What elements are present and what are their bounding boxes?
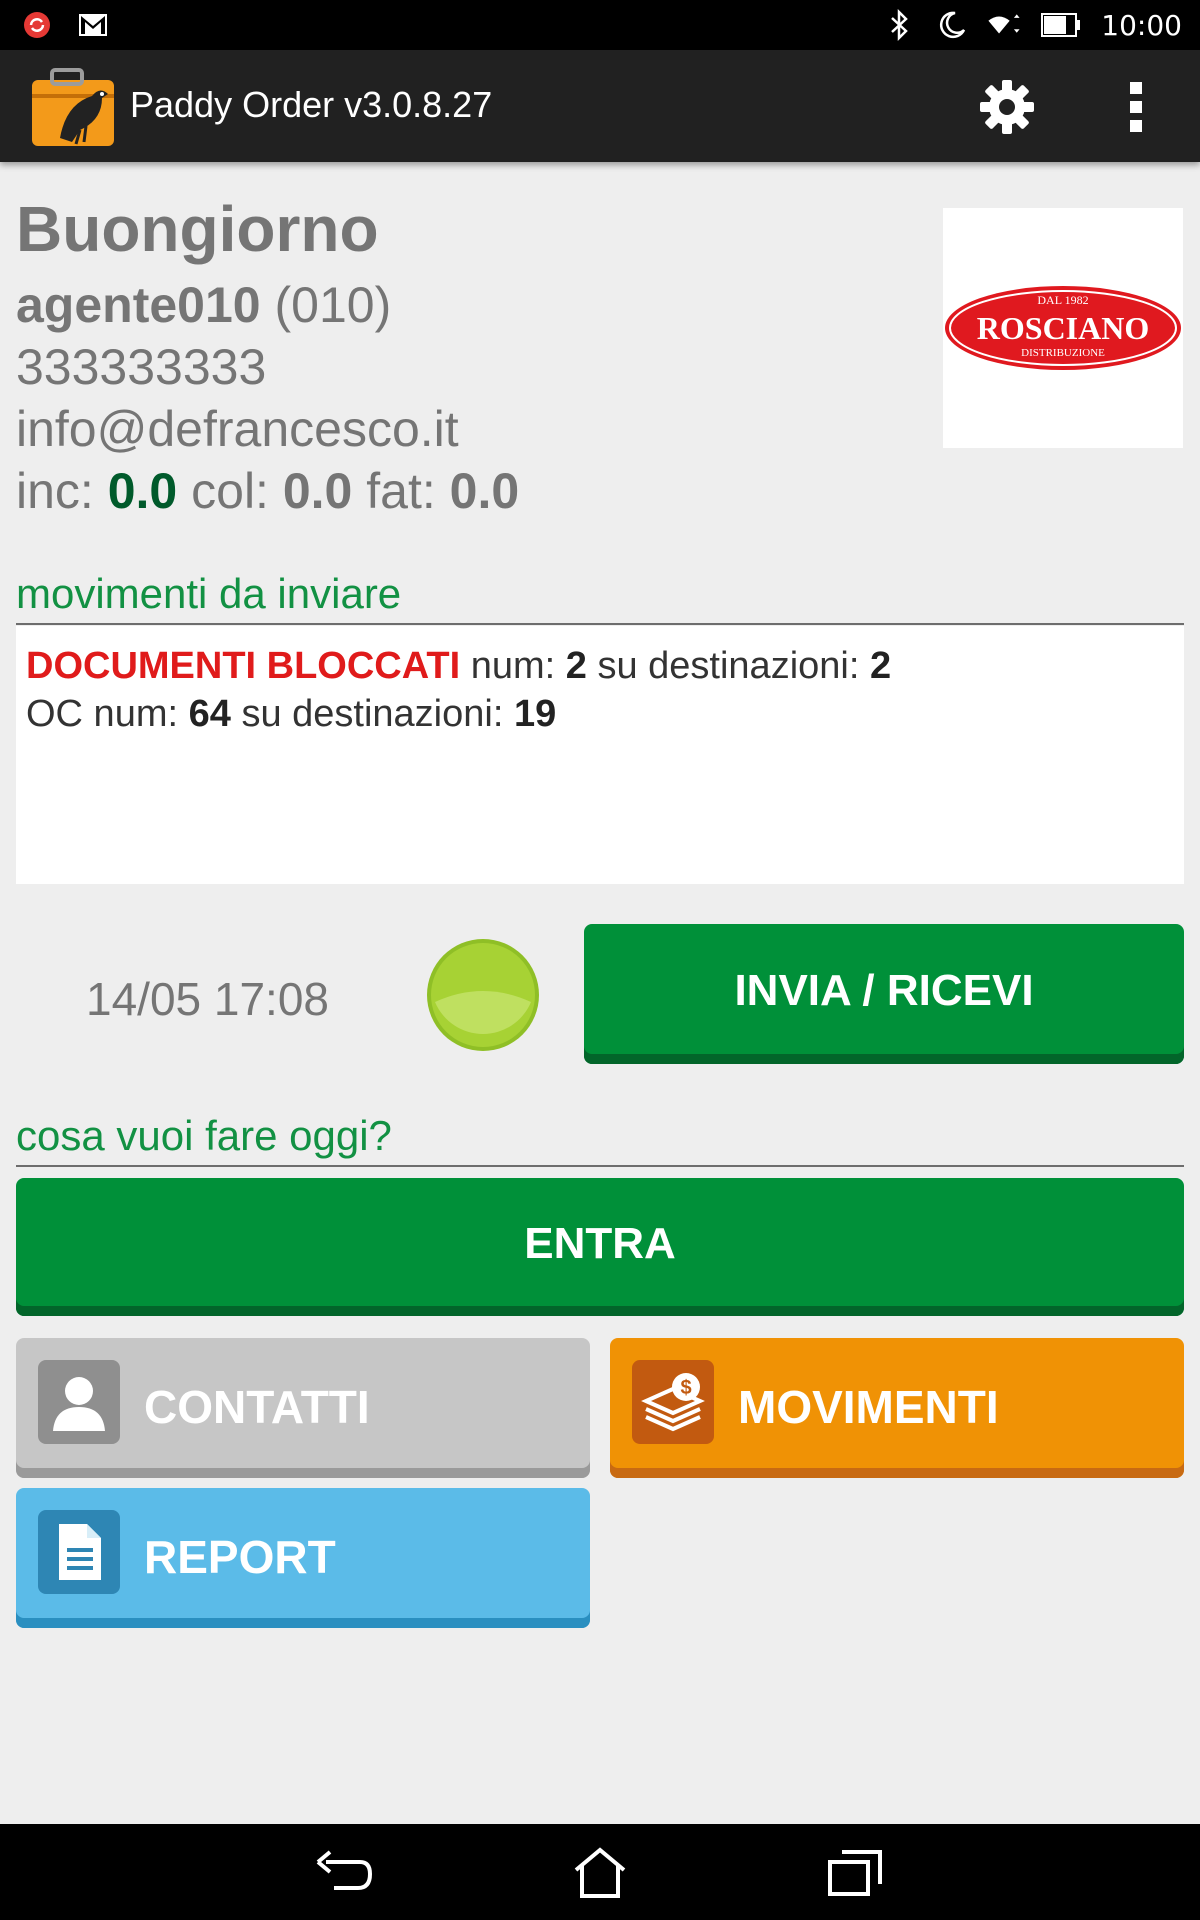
fat-value: 0.0 — [449, 463, 520, 519]
blocked-num-label: num: — [470, 645, 556, 687]
agent-line: agente010 (010) — [16, 276, 391, 334]
oc-label: OC num: — [26, 693, 179, 735]
inc-value: 0.0 — [107, 463, 178, 519]
recents-icon[interactable] — [826, 1846, 886, 1898]
actions-title: cosa vuoi fare oggi? — [16, 1112, 392, 1159]
blocked-docs-line: DOCUMENTI BLOCCATI num: 2 su destinazion… — [26, 642, 1174, 690]
blocked-num: 2 — [565, 645, 587, 687]
agent-phone: 333333333 — [16, 339, 267, 395]
last-sync-time: 14/05 17:08 — [86, 973, 330, 1025]
gmail-icon — [76, 8, 110, 42]
app-title: Paddy Order v3.0.8.27 — [130, 84, 493, 125]
movimenti-box: DOCUMENTI BLOCCATI num: 2 su destinazion… — [16, 626, 1184, 884]
agent-email: info@defrancesco.it — [16, 401, 459, 457]
oc-dest-label: su destinazioni: — [241, 693, 504, 735]
wifi-icon — [987, 8, 1021, 42]
more-vert-icon[interactable] — [1118, 80, 1154, 134]
movimenti-title: movimenti da inviare — [16, 570, 402, 617]
inc-label: inc: — [16, 463, 94, 519]
oc-num: 64 — [188, 693, 231, 735]
navigation-bar — [0, 1824, 1200, 1920]
agent-stats: inc: 0.0 col: 0.0 fat: 0.0 — [16, 462, 519, 520]
col-label: col: — [191, 463, 269, 519]
contacts-button[interactable]: CONTATTI — [16, 1338, 590, 1478]
col-value: 0.0 — [282, 463, 353, 519]
oc-line: OC num: 64 su destinazioni: 19 — [26, 690, 1174, 738]
agent-name: agente010 — [16, 277, 261, 333]
agent-code: (010) — [274, 277, 392, 333]
actions-divider — [16, 1165, 1184, 1167]
svg-text:$: $ — [680, 1377, 691, 1399]
oc-dest: 19 — [513, 693, 557, 735]
back-icon[interactable] — [314, 1846, 374, 1898]
document-icon — [38, 1510, 120, 1594]
movements-label: MOVIMENTI — [738, 1381, 999, 1433]
moon-icon — [935, 8, 969, 42]
sync-status-icon — [427, 939, 539, 1051]
blocked-docs-label: DOCUMENTI BLOCCATI — [26, 645, 461, 687]
brand-logo-bottom: DISTRIBUZIONE — [1021, 347, 1105, 359]
action-bar: Paddy Order v3.0.8.27 — [0, 50, 1200, 162]
brand-logo-name: ROSCIANO — [977, 310, 1149, 346]
battery-icon — [1039, 8, 1083, 42]
app-logo-icon — [32, 68, 114, 146]
money-stack-icon: $ — [632, 1360, 714, 1444]
send-receive-button[interactable]: INVIA / RICEVI — [584, 924, 1184, 1064]
brand-logo: DAL 1982 ROSCIANO DISTRIBUZIONE — [943, 208, 1183, 448]
sync-alert-icon — [20, 8, 54, 42]
blocked-dest: 2 — [869, 645, 892, 687]
home-icon[interactable] — [570, 1846, 630, 1898]
fat-label: fat: — [366, 463, 436, 519]
person-icon — [38, 1360, 120, 1444]
enter-button[interactable]: ENTRA — [16, 1178, 1184, 1316]
gear-icon[interactable] — [978, 78, 1036, 136]
movimenti-divider — [16, 623, 1184, 625]
contacts-label: CONTATTI — [144, 1381, 370, 1433]
bluetooth-icon — [883, 8, 917, 42]
blocked-dest-label: su destinazioni: — [597, 645, 860, 687]
status-bar: 10:00 — [0, 0, 1200, 50]
report-label: REPORT — [144, 1531, 336, 1583]
greeting: Buongiorno — [16, 193, 379, 265]
report-button[interactable]: REPORT — [16, 1488, 590, 1628]
movements-button[interactable]: $ MOVIMENTI — [610, 1338, 1184, 1478]
brand-logo-top: DAL 1982 — [1037, 293, 1088, 307]
status-time: 10:00 — [1101, 8, 1182, 42]
